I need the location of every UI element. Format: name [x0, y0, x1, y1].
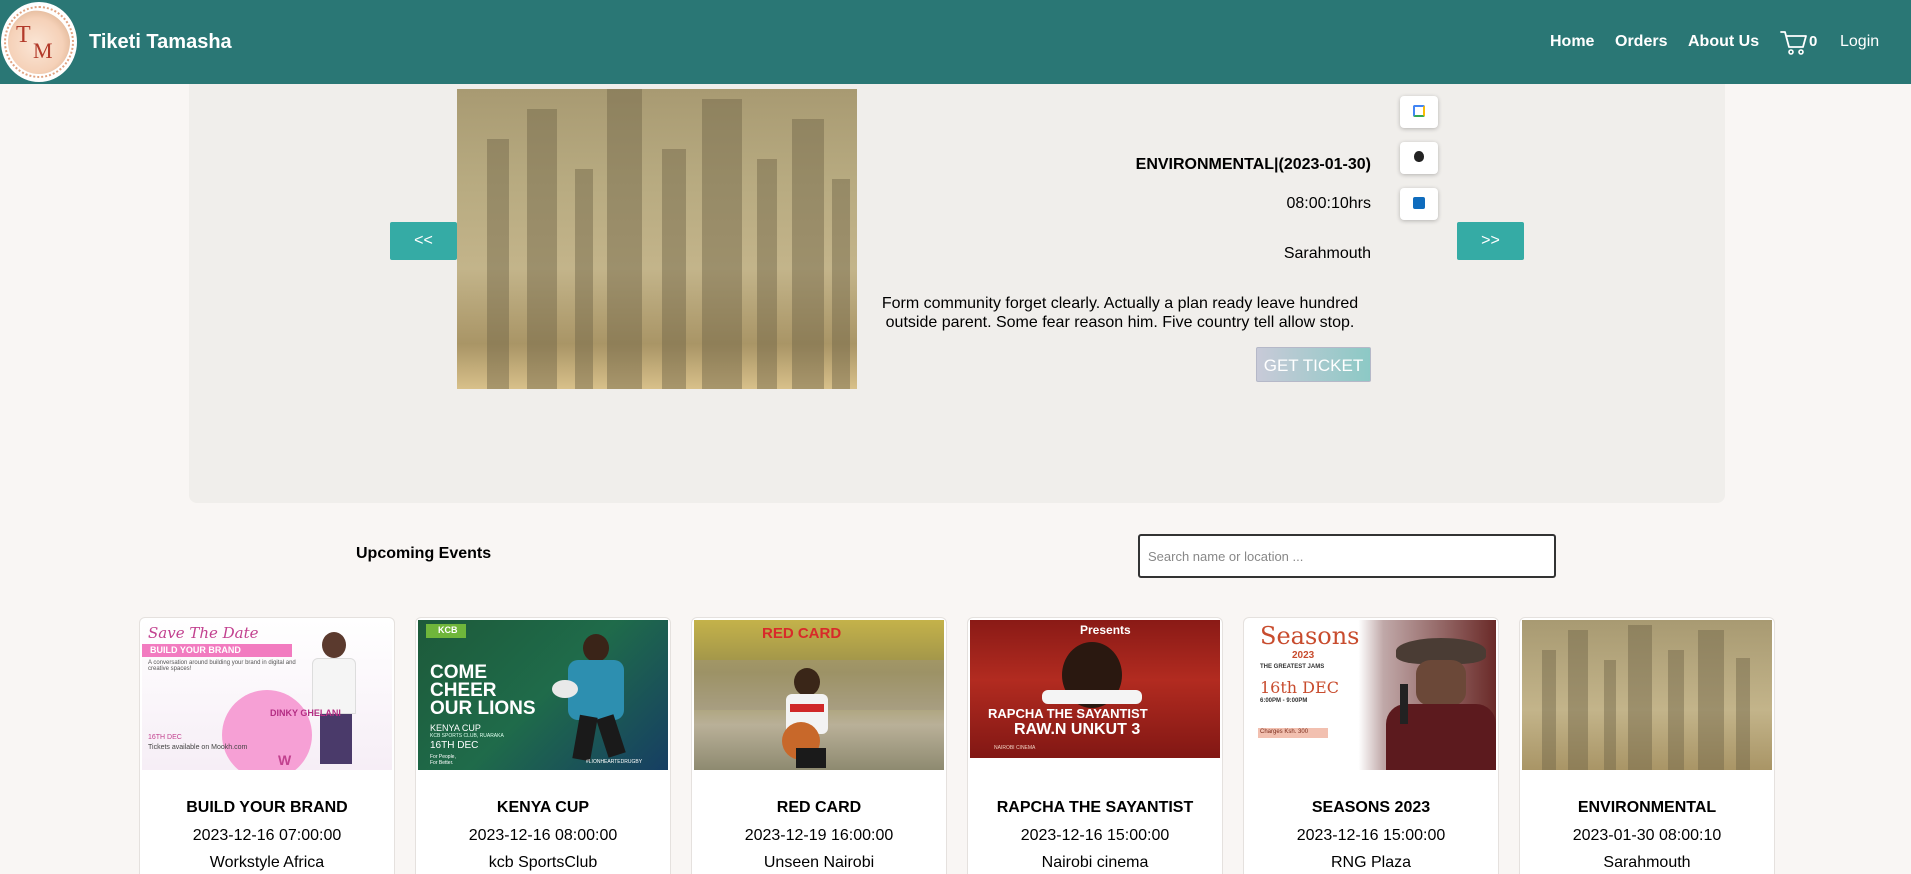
poster-subtitle-text: THE GREATEST JAMS	[1260, 664, 1325, 670]
outlook-calendar-button[interactable]	[1400, 188, 1438, 220]
event-card[interactable]: ENVIRONMENTAL 2023-01-30 08:00:10 Sarahm…	[1519, 617, 1775, 874]
event-poster-image: Save The Date BUILD YOUR BRAND A convers…	[142, 620, 392, 770]
event-card-name: RAPCHA THE SAYANTIST	[996, 799, 1194, 816]
event-search-input[interactable]	[1138, 534, 1556, 578]
event-card-name: SEASONS 2023	[1311, 799, 1431, 816]
poster-price-text: Charges Ksh. 300	[1260, 729, 1309, 735]
poster-footer-text: Tickets available on Mookh.com	[148, 744, 248, 751]
event-poster-image: Seasons 2023 THE GREATEST JAMS 16th DEC …	[1246, 620, 1496, 770]
poster-tagline-text: A conversation around building your bran…	[148, 660, 296, 672]
event-poster-image: KCB COME CHEER OUR LIONS KENYA CUP KCB S…	[418, 620, 668, 770]
event-card-name: BUILD YOUR BRAND	[186, 799, 348, 816]
cart-icon[interactable]	[1780, 28, 1808, 56]
upcoming-events-heading: Upcoming Events	[356, 545, 492, 562]
poster-date-text: 16th DEC	[1260, 678, 1339, 697]
poster-venue-text: KCB SPORTS CLUB, RUARAKA	[430, 733, 504, 739]
poster-line-2: RAW.N UNKUT 3	[1014, 721, 1141, 738]
event-card-location: Sarahmouth	[1603, 854, 1691, 871]
poster-hashtag-text: #LIONHEARTEDRUGBY	[586, 759, 643, 765]
apple-calendar-button[interactable]	[1400, 142, 1438, 174]
apple-calendar-icon	[1414, 151, 1424, 162]
get-ticket-button[interactable]: GET TICKET	[1256, 347, 1371, 382]
event-poster-image: RED CARD	[694, 620, 944, 770]
event-card-location: Nairobi cinema	[1041, 854, 1149, 871]
event-card[interactable]: RED CARD RED CARD 2023-12-19 16:00:00 Un…	[691, 617, 947, 874]
poster-script-text: Save The Date	[148, 624, 259, 642]
poster-title-text: Seasons	[1260, 622, 1360, 650]
event-card-date: 2023-12-16 15:00:00	[1296, 827, 1446, 844]
carousel-prev-button[interactable]: <<	[390, 222, 457, 260]
event-card-location: kcb SportsClub	[488, 854, 598, 871]
poster-banner-text: BUILD YOUR BRAND	[150, 645, 241, 655]
poster-time-text: 6:00PM - 9:00PM	[1260, 698, 1308, 704]
nav-login-link[interactable]: Login	[1840, 33, 1879, 51]
top-navbar: T M Tiketi Tamasha Home Orders About Us …	[0, 0, 1911, 84]
event-card-location: Workstyle Africa	[209, 854, 325, 871]
poster-tag-2: For Better.	[430, 760, 454, 766]
google-calendar-icon	[1413, 105, 1425, 117]
event-card-location: RNG Plaza	[1330, 854, 1412, 871]
event-card[interactable]: Presents RAPCHA THE SAYANTIST RAW.N UNKU…	[967, 617, 1223, 874]
event-card-date: 2023-01-30 08:00:10	[1572, 827, 1722, 844]
poster-host-text: DINKY GHELANI	[270, 708, 341, 718]
event-card-name: RED CARD	[776, 799, 862, 816]
poster-line-1: RAPCHA THE SAYANTIST	[988, 706, 1148, 721]
poster-logo-w: W	[278, 752, 292, 768]
nav-orders-link[interactable]: Orders	[1615, 33, 1667, 51]
event-card-date: 2023-12-16 15:00:00	[1020, 827, 1170, 844]
nav-about-link[interactable]: About Us	[1688, 33, 1759, 51]
poster-date-text: 16TH DEC	[148, 734, 182, 741]
carousel-next-button[interactable]: >>	[1457, 222, 1524, 260]
event-card-location: Unseen Nairobi	[763, 854, 875, 871]
google-calendar-button[interactable]	[1400, 96, 1438, 128]
logo-letter-t: T	[16, 22, 31, 48]
event-card-date: 2023-12-16 07:00:00	[192, 827, 342, 844]
tiketi-tamasha-logo[interactable]: T M	[1, 2, 77, 82]
poster-year-text: 2023	[1292, 650, 1315, 661]
featured-event-title: ENVIRONMENTAL|(2023-01-30)	[1135, 156, 1371, 173]
poster-date-text: 16TH DEC	[430, 740, 479, 751]
event-card[interactable]: KCB COME CHEER OUR LIONS KENYA CUP KCB S…	[415, 617, 671, 874]
outlook-calendar-icon	[1413, 197, 1425, 209]
event-card-name: ENVIRONMENTAL	[1577, 799, 1717, 816]
event-poster-image: Presents RAPCHA THE SAYANTIST RAW.N UNKU…	[970, 620, 1220, 770]
poster-title-text: RED CARD	[762, 625, 842, 642]
poster-brand-text: KCB	[438, 625, 458, 635]
event-card[interactable]: Seasons 2023 THE GREATEST JAMS 16th DEC …	[1243, 617, 1499, 874]
poster-venue-text: NAIROBI CINEMA	[994, 745, 1036, 751]
event-card-date: 2023-12-16 08:00:00	[468, 827, 618, 844]
event-card[interactable]: Save The Date BUILD YOUR BRAND A convers…	[139, 617, 395, 874]
event-card-name: KENYA CUP	[496, 799, 590, 816]
poster-event-text: KENYA CUP	[430, 723, 481, 733]
brand-name[interactable]: Tiketi Tamasha	[89, 31, 232, 54]
event-poster-image	[1522, 620, 1772, 770]
featured-event-image	[457, 89, 857, 389]
featured-event-time: 08:00:10hrs	[1286, 195, 1371, 212]
nav-home-link[interactable]: Home	[1550, 33, 1594, 51]
featured-event-description: Form community forget clearly. Actually …	[881, 295, 1359, 331]
poster-presents-text: Presents	[1080, 623, 1131, 637]
cart-count-badge[interactable]: 0	[1809, 33, 1817, 50]
logo-letter-m: M	[33, 38, 53, 63]
event-card-date: 2023-12-19 16:00:00	[744, 827, 894, 844]
poster-headline-3: OUR LIONS	[430, 698, 536, 719]
featured-event-location: Sarahmouth	[1283, 245, 1371, 262]
